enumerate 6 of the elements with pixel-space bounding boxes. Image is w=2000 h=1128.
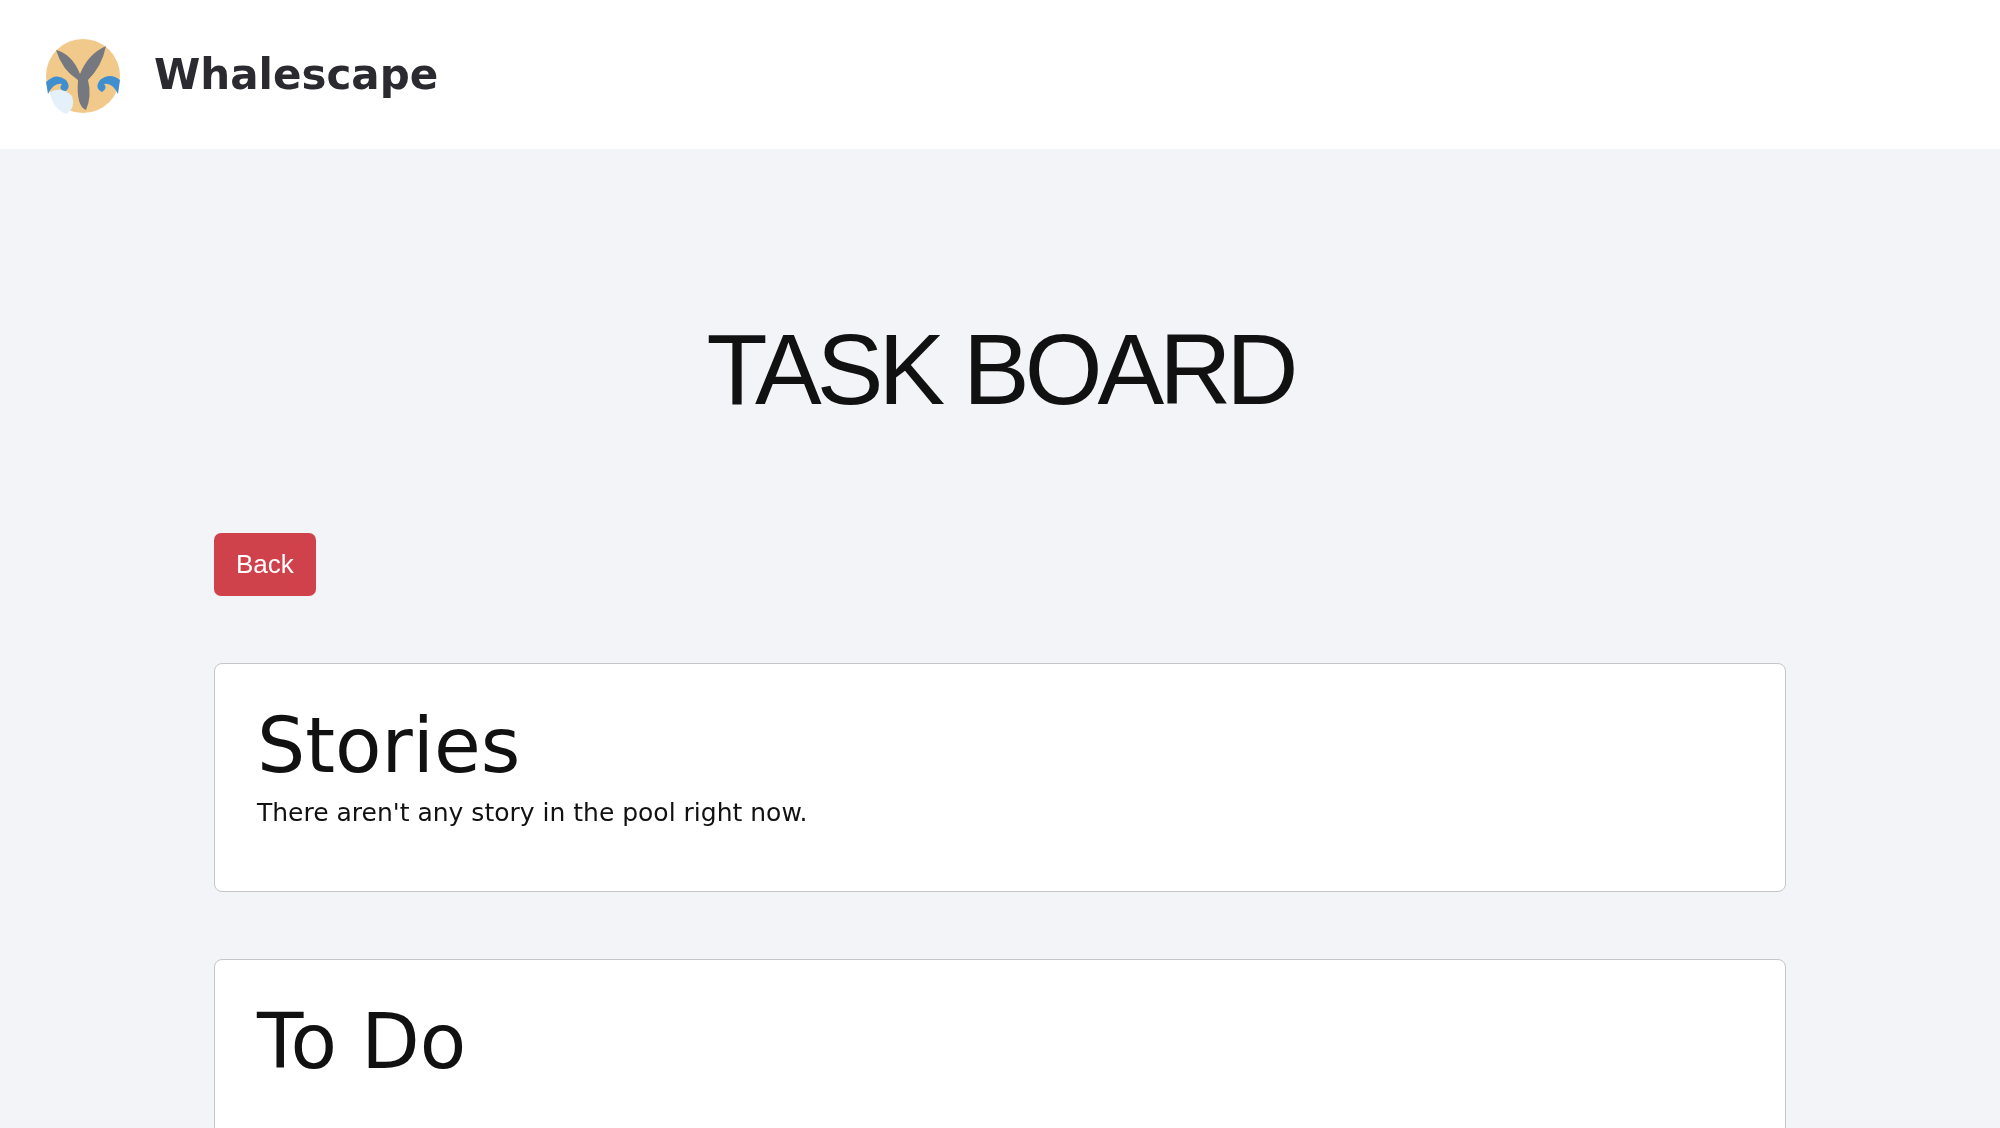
page-title: TASK BOARD [705, 319, 1295, 419]
section-title: Stories [257, 704, 522, 788]
brand-name: Whalescape [154, 50, 439, 99]
section-title: To Do [257, 999, 468, 1084]
empty-message: There aren't any story in the pool right now. [257, 797, 809, 827]
back-button[interactable]: Back [214, 533, 316, 596]
